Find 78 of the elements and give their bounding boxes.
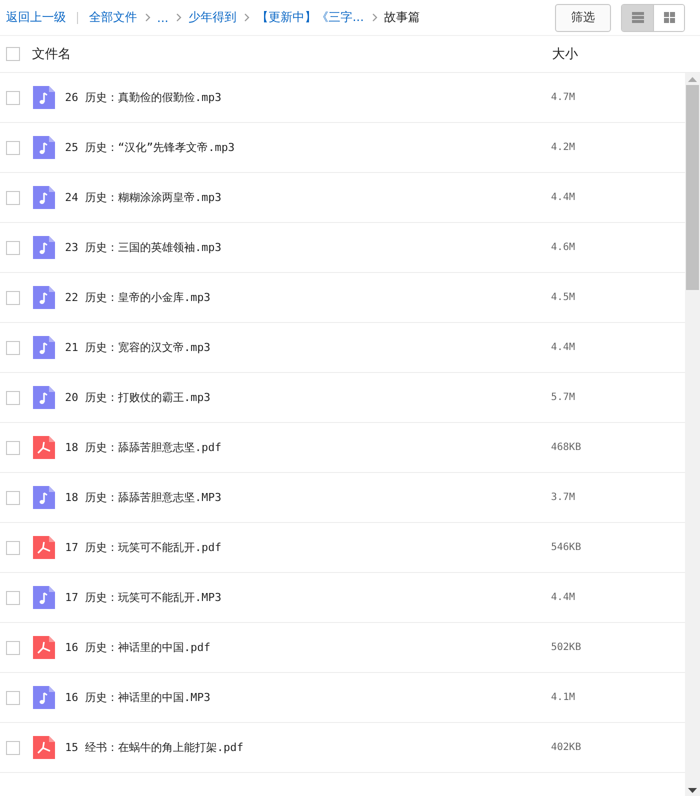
file-size: 4.4M	[551, 192, 576, 203]
file-size: 3.7M	[551, 492, 576, 503]
file-name[interactable]: 25 历史：“汉化”先锋孝文帝.mp3	[65, 140, 551, 155]
file-name[interactable]: 23 历史：三国的英雄领袖.mp3	[65, 240, 551, 255]
file-size: 502KB	[551, 642, 582, 653]
row-checkbox[interactable]	[6, 640, 20, 654]
back-link[interactable]: 返回上一级	[6, 9, 66, 26]
chevron-icon	[145, 13, 151, 22]
file-size: 546KB	[551, 542, 582, 553]
grid-icon	[664, 12, 674, 23]
file-name[interactable]: 20 历史：打败仗的霸王.mp3	[65, 390, 551, 405]
select-all-checkbox[interactable]	[6, 47, 20, 61]
music-file-icon	[33, 86, 55, 109]
breadcrumb-link[interactable]: 全部文件	[89, 9, 137, 26]
row-checkbox[interactable]	[6, 490, 20, 504]
breadcrumb-link[interactable]: 【更新中】《三字...	[256, 9, 364, 26]
breadcrumb-link[interactable]: 故事篇	[384, 9, 420, 26]
file-name[interactable]: 15 经书：在蜗牛的角上能打架.pdf	[65, 740, 551, 755]
file-size: 4.4M	[551, 342, 576, 353]
filter-button[interactable]: 筛选	[555, 4, 611, 32]
scrollbar[interactable]	[685, 73, 700, 796]
file-name[interactable]: 22 历史：皇帝的小金库.mp3	[65, 290, 551, 305]
pdf-file-icon	[33, 636, 55, 659]
list-icon	[632, 12, 644, 23]
row-checkbox[interactable]	[6, 90, 20, 104]
row-checkbox[interactable]	[6, 740, 20, 754]
music-file-icon	[33, 386, 55, 409]
chevron-icon	[372, 13, 378, 22]
music-file-icon	[33, 236, 55, 259]
file-size: 4.1M	[551, 692, 576, 703]
music-file-icon	[33, 686, 55, 709]
file-size: 4.4M	[551, 592, 576, 603]
row-checkbox[interactable]	[6, 440, 20, 454]
file-size: 4.2M	[551, 142, 576, 153]
row-checkbox[interactable]	[6, 240, 20, 254]
music-file-icon	[33, 586, 55, 609]
file-size: 4.6M	[551, 242, 576, 253]
breadcrumb-link[interactable]: 少年得到	[188, 9, 236, 26]
music-file-icon	[33, 336, 55, 359]
breadcrumb-link[interactable]: ...	[157, 10, 168, 24]
chevron-icon	[176, 13, 182, 22]
music-file-icon	[33, 286, 55, 309]
row-checkbox[interactable]	[6, 340, 20, 354]
file-size: 5.7M	[551, 392, 576, 403]
pdf-file-icon	[33, 736, 55, 759]
column-header: 文件名	[32, 46, 72, 63]
file-name[interactable]: 26 历史：真勤俭的假勤俭.mp3	[65, 90, 551, 105]
row-checkbox[interactable]	[6, 590, 20, 604]
file-size: 4.5M	[551, 292, 576, 303]
file-size: 468KB	[551, 442, 582, 453]
file-size: 402KB	[551, 742, 582, 753]
row-checkbox[interactable]	[6, 140, 20, 154]
file-name[interactable]: 16 历史：神话里的中国.MP3	[65, 690, 551, 705]
row-checkbox[interactable]	[6, 690, 20, 704]
file-name[interactable]: 18 历史：舔舔苦胆意志坚.pdf	[65, 440, 551, 455]
music-file-icon	[33, 186, 55, 209]
scrollbar-thumb[interactable]	[686, 85, 699, 290]
pdf-file-icon	[33, 436, 55, 459]
chevron-icon	[244, 13, 250, 22]
scroll-up-icon[interactable]	[688, 77, 697, 82]
row-checkbox[interactable]	[6, 540, 20, 554]
file-name[interactable]: 21 历史：宽容的汉文帝.mp3	[65, 340, 551, 355]
file-name[interactable]: 24 历史：糊糊涂涂两皇帝.mp3	[65, 190, 551, 205]
music-file-icon	[33, 136, 55, 159]
file-name[interactable]: 16 历史：神话里的中国.pdf	[65, 640, 551, 655]
grid-view-button[interactable]	[653, 4, 684, 30]
pdf-file-icon	[33, 536, 55, 559]
scroll-down-icon[interactable]	[688, 788, 697, 793]
row-checkbox[interactable]	[6, 290, 20, 304]
file-name[interactable]: 17 历史：玩笑可不能乱开.pdf	[65, 540, 551, 555]
list-view-button[interactable]	[622, 4, 653, 30]
column-header: 大小	[552, 46, 579, 63]
music-file-icon	[33, 486, 55, 509]
file-name[interactable]: 18 历史：舔舔苦胆意志坚.MP3	[65, 490, 551, 505]
file-size: 4.7M	[551, 92, 576, 103]
row-checkbox[interactable]	[6, 190, 20, 204]
file-name[interactable]: 17 历史：玩笑可不能乱开.MP3	[65, 590, 551, 605]
row-checkbox[interactable]	[6, 390, 20, 404]
